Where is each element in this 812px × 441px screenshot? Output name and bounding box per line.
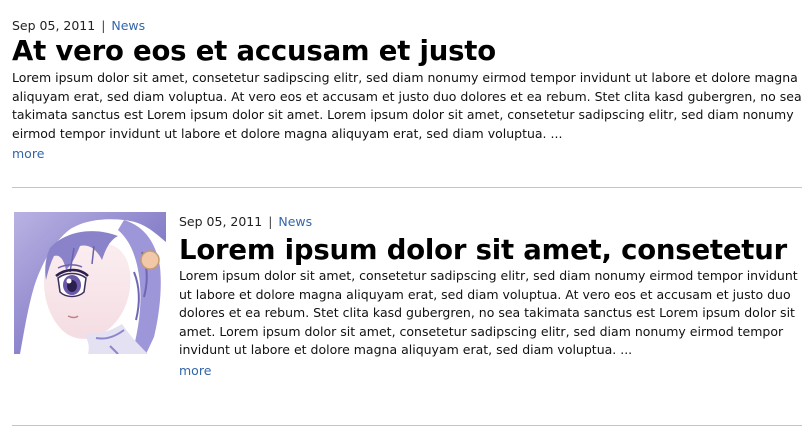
post-meta: Sep 05, 2011 | News <box>179 214 802 232</box>
meta-separator: | <box>101 18 106 33</box>
more-link[interactable]: more <box>12 146 44 162</box>
anime-girl-thumbnail-icon <box>14 212 166 354</box>
post-date: Sep 05, 2011 <box>12 18 96 33</box>
post-title[interactable]: At vero eos et accusam et justo <box>12 36 802 66</box>
meta-separator: | <box>268 214 273 229</box>
post-excerpt: Lorem ipsum dolor sit amet, consetetur s… <box>12 70 802 141</box>
post-divider <box>12 425 802 426</box>
post-divider <box>12 187 802 188</box>
post-meta: Sep 05, 2011 | News <box>12 18 802 36</box>
category-link[interactable]: News <box>278 214 312 229</box>
post-thumbnail[interactable] <box>14 212 166 354</box>
post-content: Sep 05, 2011 | News Lorem ipsum dolor si… <box>179 214 802 379</box>
post-excerpt: Lorem ipsum dolor sit amet, consetetur s… <box>179 268 798 357</box>
category-link[interactable]: News <box>111 18 145 33</box>
news-post: Sep 05, 2011 | News At vero eos et accus… <box>12 18 802 162</box>
post-date: Sep 05, 2011 <box>179 214 263 229</box>
post-title[interactable]: Lorem ipsum dolor sit amet, consetetur <box>179 235 802 265</box>
more-link[interactable]: more <box>179 363 211 379</box>
